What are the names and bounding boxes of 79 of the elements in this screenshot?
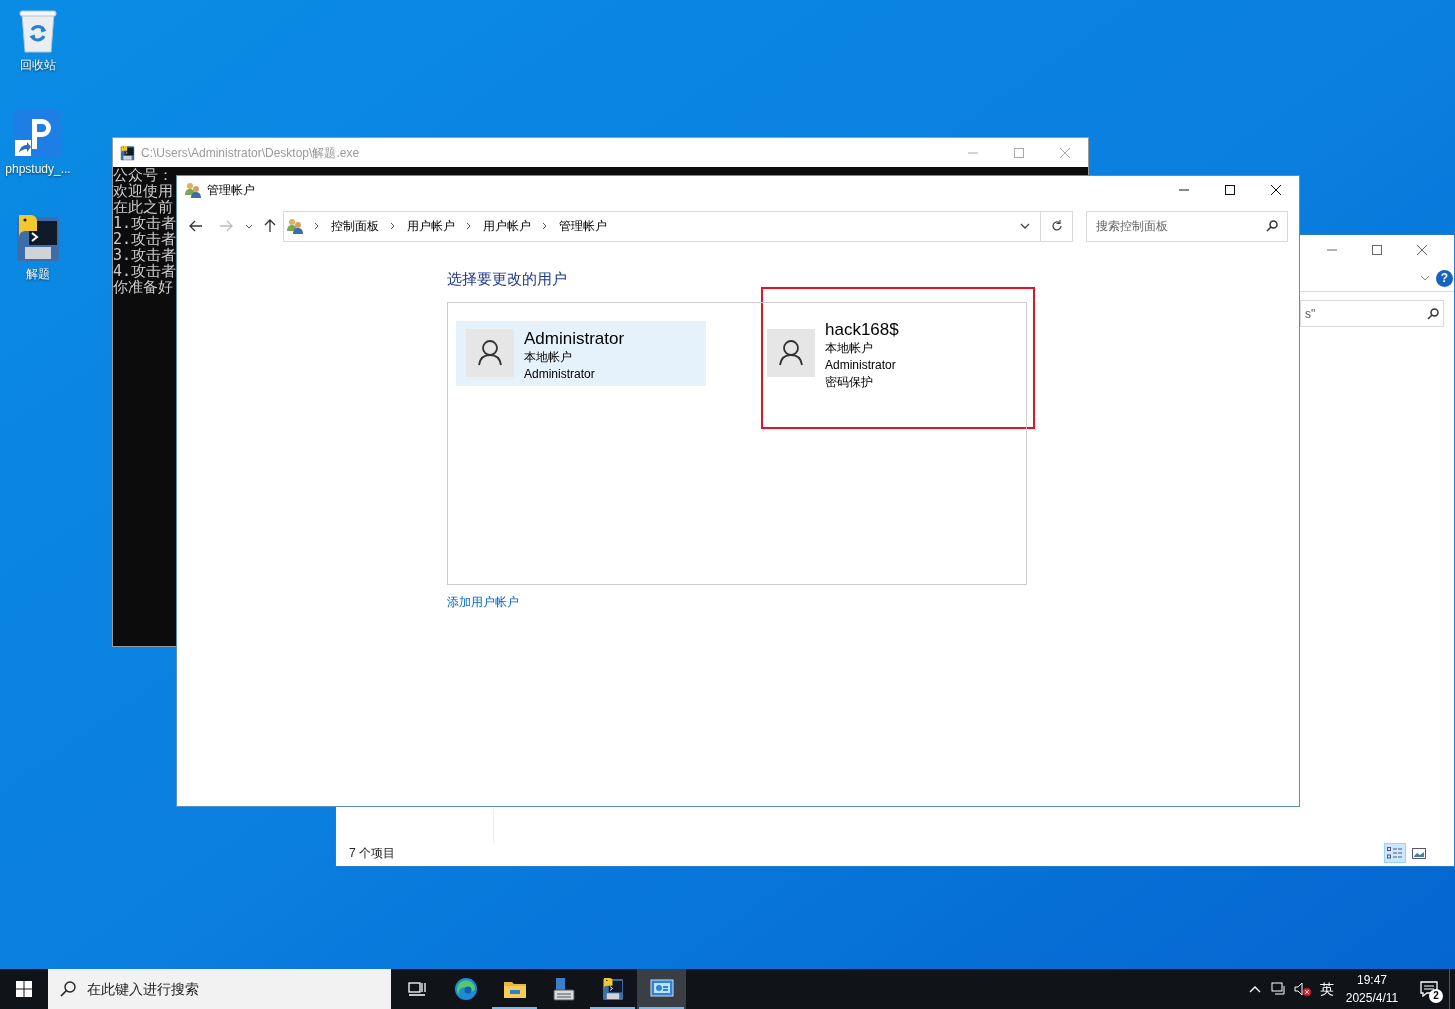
console-line: 3.攻击者 <box>113 247 177 263</box>
server-icon <box>551 977 576 1001</box>
forward-icon <box>219 220 233 232</box>
close-icon <box>1059 146 1071 159</box>
account-detail: 本地帐户 <box>524 349 572 366</box>
breadcrumb-item[interactable]: 用户帐户 <box>403 217 459 235</box>
search-field[interactable]: 搜索控制面板 <box>1086 210 1288 242</box>
console-line: 公众号： <box>113 167 173 183</box>
browser-icon <box>453 977 478 1001</box>
chevron-icon <box>245 223 253 229</box>
add-account-link[interactable]: 添加用户帐户 <box>447 593 519 611</box>
python-file-icon[interactable] <box>15 213 61 263</box>
status-text: 7 个项目 <box>349 845 395 862</box>
chevron-icon[interactable] <box>1420 275 1430 281</box>
windows-logo-icon <box>16 981 32 997</box>
preview-view-icon <box>1412 847 1426 859</box>
message-icon <box>1420 981 1438 997</box>
console-line: 你准备好 <box>113 279 173 295</box>
icon-label: 解题 <box>26 266 50 283</box>
user-avatar-icon <box>767 329 815 377</box>
search-icon <box>1266 220 1278 232</box>
console-line: 2.攻击者 <box>113 231 177 247</box>
users-icon <box>185 182 202 198</box>
breadcrumb-item[interactable]: 控制面板 <box>327 217 383 235</box>
refresh-icon <box>1050 220 1063 232</box>
maximize-icon <box>1370 244 1383 256</box>
breadcrumb-item[interactable]: 管理帐户 <box>555 217 611 235</box>
maximize-icon <box>1013 146 1025 159</box>
task-view-icon <box>407 981 426 997</box>
account-tile[interactable]: Administrator 本地帐户 Administrator <box>456 321 706 386</box>
user-avatar-icon <box>466 329 514 377</box>
volume-muted-icon <box>1294 982 1312 996</box>
help-button[interactable]: ? <box>1436 269 1453 287</box>
chevron-up-icon <box>1249 985 1261 993</box>
notification-button[interactable]: 2 <box>1409 969 1449 1009</box>
folder-icon <box>502 979 527 999</box>
clock-button[interactable]: 19:47 2025/4/11 <box>1341 969 1403 1009</box>
chevron-icon <box>542 222 548 230</box>
control-panel-icon <box>649 979 674 999</box>
close-icon <box>1270 184 1282 196</box>
view-button[interactable] <box>1384 843 1406 863</box>
maximize-icon <box>1224 184 1236 196</box>
python-file-icon <box>120 144 135 161</box>
console-line: 欢迎使用 <box>113 183 173 199</box>
console-line: 在此之前 <box>113 199 173 215</box>
back-icon <box>189 220 203 232</box>
python-file-icon <box>601 977 624 1001</box>
search-icon <box>1427 307 1439 320</box>
console-line: 1.攻击者 <box>113 215 177 231</box>
up-arrow-icon <box>264 219 276 233</box>
account-detail: Administrator <box>825 357 896 374</box>
breadcrumb-item[interactable]: 用户帐户 <box>479 217 535 235</box>
input-method-button[interactable]: 英 <box>1315 969 1339 1009</box>
search-icon <box>60 981 76 997</box>
page-heading: 选择要更改的用户 <box>447 269 567 289</box>
users-icon <box>287 218 304 234</box>
chevron-icon <box>314 222 320 230</box>
address-bar[interactable]: 控制面板 用户帐户 用户帐户 管理帐户 <box>283 210 1073 242</box>
console-line: 4.攻击者 <box>113 263 177 279</box>
account-name: hack168$ <box>825 320 899 340</box>
chevron-icon <box>1020 223 1030 229</box>
shortcut-icon[interactable] <box>14 110 62 158</box>
window-title: C:\Users\Administrator\Desktop\解题.exe <box>141 144 360 162</box>
window-title: 管理帐户 <box>207 182 255 199</box>
account-detail: Administrator <box>524 366 595 383</box>
close-icon <box>1415 244 1428 256</box>
taskbar-search-field[interactable]: 在此键入进行搜索 <box>48 969 391 1009</box>
account-detail: 本地帐户 <box>825 340 873 357</box>
account-name: Administrator <box>524 329 625 349</box>
chevron-icon <box>466 222 472 230</box>
recycle-bin-icon[interactable] <box>16 8 60 54</box>
icon-label: phpstudy_... <box>5 161 71 178</box>
chevron-icon <box>390 222 396 230</box>
search-field[interactable]: s" <box>1300 300 1444 327</box>
notification-count: 2 <box>1429 989 1443 1003</box>
network-icon <box>1271 982 1287 996</box>
taskbar-app-button[interactable] <box>637 969 686 1009</box>
icon-label: 回收站 <box>20 57 56 74</box>
details-view-icon <box>1387 847 1403 859</box>
